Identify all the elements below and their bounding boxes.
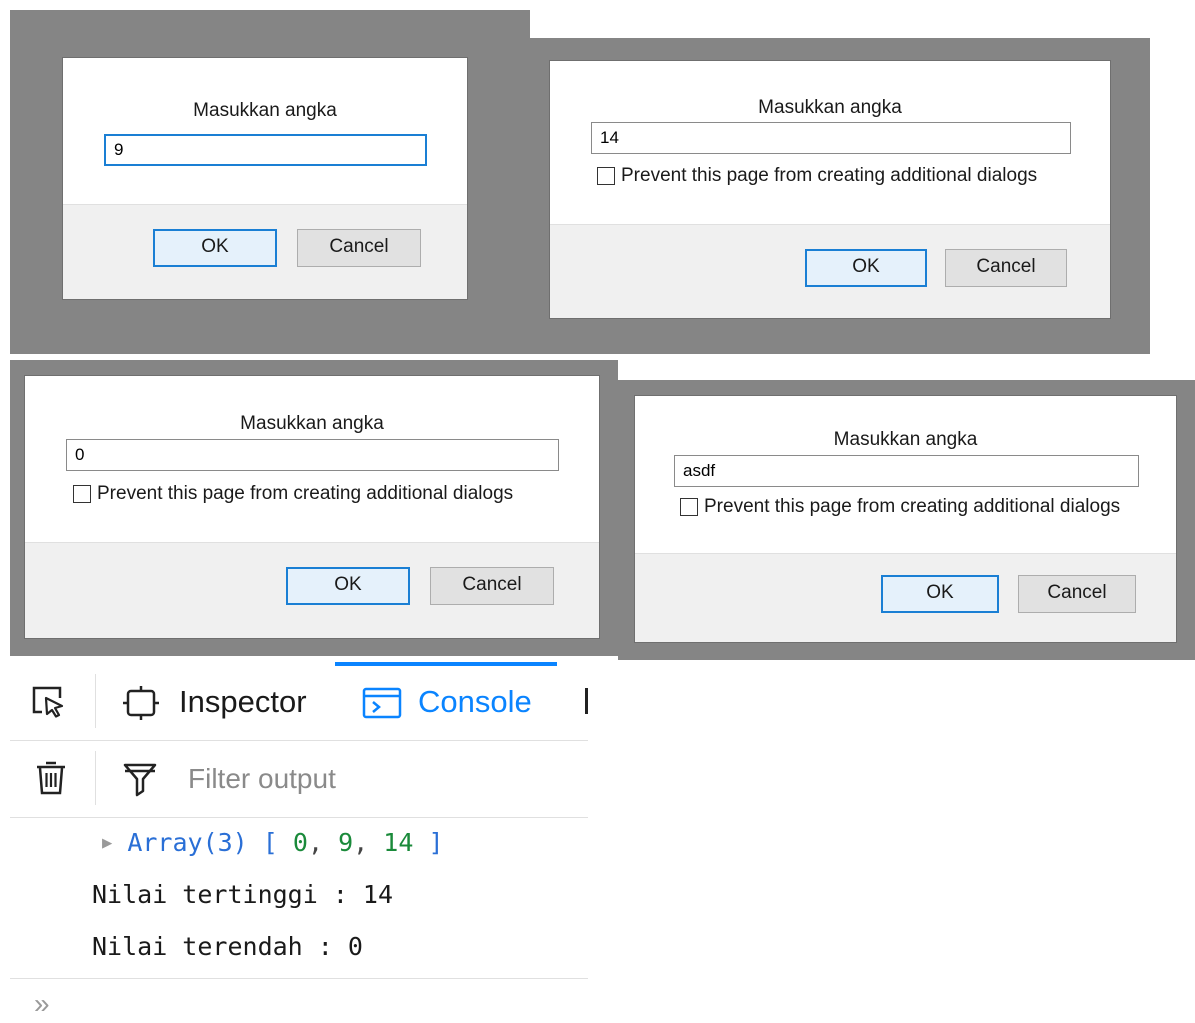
array-close-bracket: ] (428, 828, 444, 857)
tabbar-separator (95, 674, 96, 728)
checkbox-label: Prevent this page from creating addition… (97, 483, 514, 504)
tab-overflow-edge[interactable] (585, 688, 588, 714)
prompt-dialog-3: Masukkan angka Prevent this page from cr… (24, 375, 600, 639)
filter-funnel-icon (122, 761, 158, 802)
console-icon (362, 687, 402, 724)
prompt-dialog-2: Masukkan angka Prevent this page from cr… (549, 60, 1111, 319)
dialog-title: Masukkan angka (833, 429, 978, 450)
console-prompt-chevron[interactable]: » (34, 988, 50, 1020)
cancel-button[interactable]: Cancel (297, 229, 421, 267)
prompt-input[interactable] (104, 134, 427, 166)
console-array-entry[interactable]: ▶ Array(3) [ 0, 9, 14 ] (102, 828, 444, 857)
cancel-button[interactable]: Cancel (1018, 575, 1136, 613)
prevent-dialogs-checkbox[interactable] (73, 485, 91, 503)
inspector-frame-icon (122, 686, 160, 725)
prevent-dialogs-option[interactable]: Prevent this page from creating addition… (73, 483, 513, 505)
tab-inspector[interactable]: Inspector (122, 680, 322, 726)
trash-icon[interactable] (34, 759, 68, 802)
dialog-title: Masukkan angka (193, 100, 337, 121)
element-picker-icon[interactable] (30, 684, 66, 723)
console-toolbar (10, 741, 588, 818)
dialog-footer: OK Cancel (25, 542, 599, 638)
prevent-dialogs-option[interactable]: Prevent this page from creating addition… (680, 496, 1120, 518)
console-log-line: Nilai terendah : 0 (92, 932, 363, 961)
cancel-button[interactable]: Cancel (430, 567, 554, 605)
devtools-tabbar: Inspector Console (10, 662, 588, 741)
devtools-panel: Inspector Console Filter output ▶ Array(… (10, 662, 588, 1023)
tab-console[interactable]: Console (362, 680, 552, 726)
array-open-bracket: [ (262, 828, 278, 857)
toolbar-separator (95, 751, 96, 805)
prompt-input[interactable] (66, 439, 559, 471)
tab-console-label: Console (418, 684, 532, 719)
prevent-dialogs-checkbox[interactable] (680, 498, 698, 516)
array-label: Array(3) (127, 828, 248, 857)
checkbox-label: Prevent this page from creating addition… (704, 496, 1121, 517)
console-input-divider (10, 978, 588, 979)
prompt-dialog-1: Masukkan angka OK Cancel (62, 57, 468, 300)
dialog-title: Masukkan angka (758, 97, 902, 118)
dialog-footer: OK Cancel (635, 553, 1176, 642)
prevent-dialogs-option[interactable]: Prevent this page from creating addition… (597, 165, 1037, 187)
prompt-dialog-4: Masukkan angka Prevent this page from cr… (634, 395, 1177, 643)
prompt-input[interactable] (674, 455, 1139, 487)
filter-output-input[interactable] (186, 755, 570, 803)
checkbox-label: Prevent this page from creating addition… (621, 165, 1038, 186)
tab-inspector-label: Inspector (179, 684, 307, 719)
array-value: 0 (292, 828, 308, 857)
array-value: 9 (338, 828, 354, 857)
console-log-line: Nilai tertinggi : 14 (92, 880, 394, 909)
prompt-input[interactable] (591, 122, 1071, 154)
ok-button[interactable]: OK (286, 567, 410, 605)
dialog-footer: OK Cancel (550, 224, 1110, 318)
expand-triangle-icon[interactable]: ▶ (102, 833, 112, 853)
dialog-title: Masukkan angka (240, 413, 384, 434)
active-tab-indicator (335, 662, 557, 666)
ok-button[interactable]: OK (805, 249, 927, 287)
ok-button[interactable]: OK (153, 229, 277, 267)
dialog-footer: OK Cancel (63, 204, 467, 299)
cancel-button[interactable]: Cancel (945, 249, 1067, 287)
array-value: 14 (383, 828, 414, 857)
prevent-dialogs-checkbox[interactable] (597, 167, 615, 185)
ok-button[interactable]: OK (881, 575, 999, 613)
